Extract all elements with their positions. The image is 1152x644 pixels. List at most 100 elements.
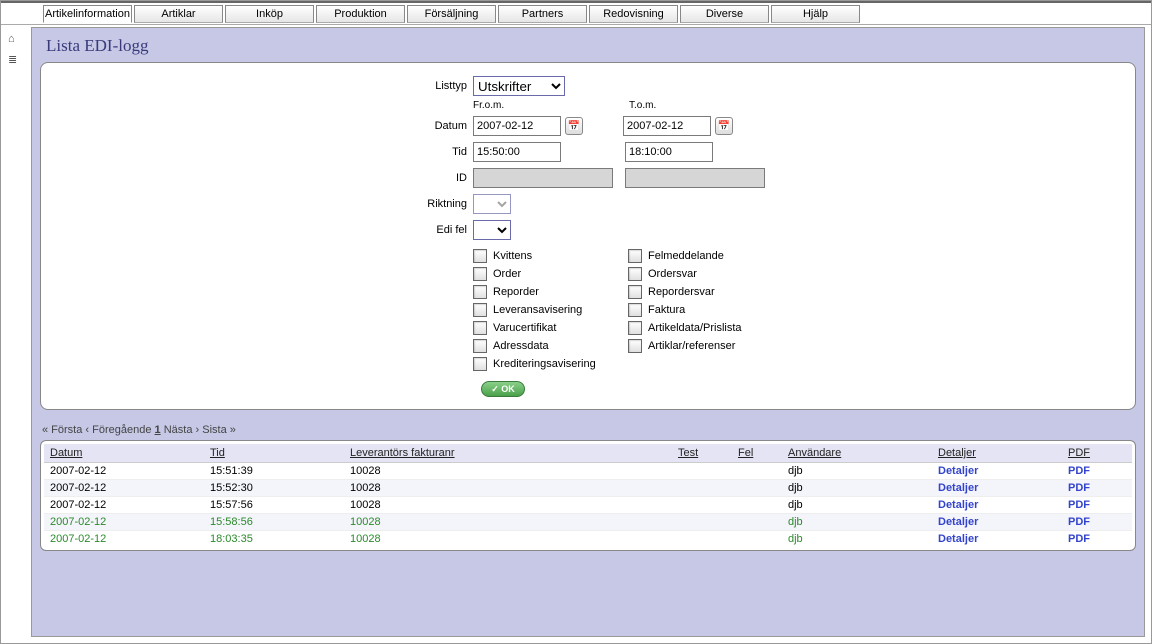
checkbox-leveransavisering[interactable]: Leveransavisering xyxy=(473,303,628,317)
pager-next[interactable]: Nästa › xyxy=(164,424,199,436)
tid-from-input[interactable] xyxy=(473,142,561,162)
checkbox-ordersvar[interactable]: Ordersvar xyxy=(628,267,742,281)
details-link[interactable]: Detaljer xyxy=(938,516,978,528)
id-to-input[interactable] xyxy=(625,168,765,188)
pager-last[interactable]: Sista » xyxy=(202,424,236,436)
checkbox-label: Leveransavisering xyxy=(493,304,582,316)
checkbox-label: Order xyxy=(493,268,521,280)
checkbox-icon[interactable] xyxy=(628,249,642,263)
pager-current[interactable]: 1 xyxy=(155,424,161,436)
details-link[interactable]: Detaljer xyxy=(938,499,978,511)
checkbox-kvittens[interactable]: Kvittens xyxy=(473,249,628,263)
checkbox-felmeddelande[interactable]: Felmeddelande xyxy=(628,249,742,263)
results-table: DatumTidLeverantörs fakturanrTestFelAnvä… xyxy=(44,444,1132,547)
results-table-wrap: DatumTidLeverantörs fakturanrTestFelAnvä… xyxy=(40,440,1136,551)
checkbox-icon[interactable] xyxy=(628,339,642,353)
checkbox-icon[interactable] xyxy=(473,357,487,371)
checkbox-order[interactable]: Order xyxy=(473,267,628,281)
col-header[interactable]: Tid xyxy=(204,444,344,463)
tab-inköp[interactable]: Inköp xyxy=(225,5,314,23)
checkbox-label: Krediteringsavisering xyxy=(493,358,596,370)
calendar-icon[interactable]: 📅 xyxy=(715,117,733,135)
checkbox-icon[interactable] xyxy=(473,267,487,281)
checkbox-icon[interactable] xyxy=(628,285,642,299)
checkbox-adressdata[interactable]: Adressdata xyxy=(473,339,628,353)
tab-artiklar[interactable]: Artiklar xyxy=(134,5,223,23)
checkbox-label: Repordersvar xyxy=(648,286,715,298)
pdf-link[interactable]: PDF xyxy=(1068,499,1090,511)
table-row: 2007-02-1215:57:5610028djbDetaljerPDF xyxy=(44,497,1132,514)
col-header[interactable]: Detaljer xyxy=(932,444,1062,463)
details-link[interactable]: Detaljer xyxy=(938,482,978,494)
pdf-link[interactable]: PDF xyxy=(1068,465,1090,477)
edifel-select[interactable] xyxy=(473,220,511,240)
checkbox-label: Artiklar/referenser xyxy=(648,340,735,352)
tab-försäljning[interactable]: Försäljning xyxy=(407,5,496,23)
col-header[interactable]: Datum xyxy=(44,444,204,463)
id-label: ID xyxy=(423,172,473,184)
pager: « Första ‹ Föregående 1 Nästa › Sista » xyxy=(32,418,1144,440)
details-link[interactable]: Detaljer xyxy=(938,465,978,477)
pdf-link[interactable]: PDF xyxy=(1068,516,1090,528)
tab-hjälp[interactable]: Hjälp xyxy=(771,5,860,23)
checkbox-icon[interactable] xyxy=(628,321,642,335)
tid-to-input[interactable] xyxy=(625,142,713,162)
left-sidebar: ⌂ ≣ xyxy=(3,29,29,73)
tab-redovisning[interactable]: Redovisning xyxy=(589,5,678,23)
checkbox-icon[interactable] xyxy=(628,303,642,317)
table-row: 2007-02-1215:58:5610028djbDetaljerPDF xyxy=(44,514,1132,531)
edifel-label: Edi fel xyxy=(423,224,473,236)
details-link[interactable]: Detaljer xyxy=(938,533,978,545)
tab-produktion[interactable]: Produktion xyxy=(316,5,405,23)
datum-from-input[interactable] xyxy=(473,116,561,136)
checkbox-icon[interactable] xyxy=(628,267,642,281)
col-header[interactable]: PDF xyxy=(1062,444,1132,463)
checkbox-label: Faktura xyxy=(648,304,685,316)
col-header[interactable]: Leverantörs fakturanr xyxy=(344,444,672,463)
pdf-link[interactable]: PDF xyxy=(1068,533,1090,545)
menu-icon[interactable]: ≣ xyxy=(8,53,24,69)
calendar-icon[interactable]: 📅 xyxy=(565,117,583,135)
to-header: T.o.m. xyxy=(629,100,741,111)
ok-button[interactable]: ✓ OK xyxy=(481,381,525,397)
checkbox-label: Adressdata xyxy=(493,340,549,352)
checkbox-label: Felmeddelande xyxy=(648,250,724,262)
checkbox-reporder[interactable]: Reporder xyxy=(473,285,628,299)
home-icon[interactable]: ⌂ xyxy=(8,33,24,49)
id-from-input[interactable] xyxy=(473,168,613,188)
filter-panel: Listtyp Utskrifter Fr.o.m. T.o.m. Datum … xyxy=(40,62,1136,410)
checkbox-faktura[interactable]: Faktura xyxy=(628,303,742,317)
checkbox-icon[interactable] xyxy=(473,303,487,317)
table-row: 2007-02-1218:03:3510028djbDetaljerPDF xyxy=(44,531,1132,548)
tab-partners[interactable]: Partners xyxy=(498,5,587,23)
tab-diverse[interactable]: Diverse xyxy=(680,5,769,23)
tab-artikelinformation[interactable]: Artikelinformation xyxy=(43,5,132,23)
checkbox-label: Reporder xyxy=(493,286,539,298)
checkbox-artikeldata-prislista[interactable]: Artikeldata/Prislista xyxy=(628,321,742,335)
checkbox-icon[interactable] xyxy=(473,339,487,353)
checkbox-varucertifikat[interactable]: Varucertifikat xyxy=(473,321,628,335)
checkbox-icon[interactable] xyxy=(473,285,487,299)
checkbox-label: Artikeldata/Prislista xyxy=(648,322,742,334)
checkbox-krediteringsavisering[interactable]: Krediteringsavisering xyxy=(473,357,628,371)
main-tabbar: ArtikelinformationArtiklarInköpProduktio… xyxy=(1,3,1151,25)
page-title: Lista EDI-logg xyxy=(32,28,1144,62)
checkbox-artiklar-referenser[interactable]: Artiklar/referenser xyxy=(628,339,742,353)
datum-label: Datum xyxy=(423,120,473,132)
checkbox-repordersvar[interactable]: Repordersvar xyxy=(628,285,742,299)
listtyp-label: Listtyp xyxy=(423,80,473,92)
listtyp-select[interactable]: Utskrifter xyxy=(473,76,565,96)
col-header[interactable]: Fel xyxy=(732,444,782,463)
col-header[interactable]: Test xyxy=(672,444,732,463)
table-row: 2007-02-1215:51:3910028djbDetaljerPDF xyxy=(44,463,1132,480)
checkbox-label: Varucertifikat xyxy=(493,322,556,334)
checkbox-icon[interactable] xyxy=(473,249,487,263)
pager-prev[interactable]: ‹ Föregående xyxy=(85,424,151,436)
pdf-link[interactable]: PDF xyxy=(1068,482,1090,494)
datum-to-input[interactable] xyxy=(623,116,711,136)
from-header: Fr.o.m. xyxy=(473,100,585,111)
col-header[interactable]: Användare xyxy=(782,444,932,463)
table-row: 2007-02-1215:52:3010028djbDetaljerPDF xyxy=(44,480,1132,497)
pager-first[interactable]: « Första xyxy=(42,424,82,436)
checkbox-icon[interactable] xyxy=(473,321,487,335)
